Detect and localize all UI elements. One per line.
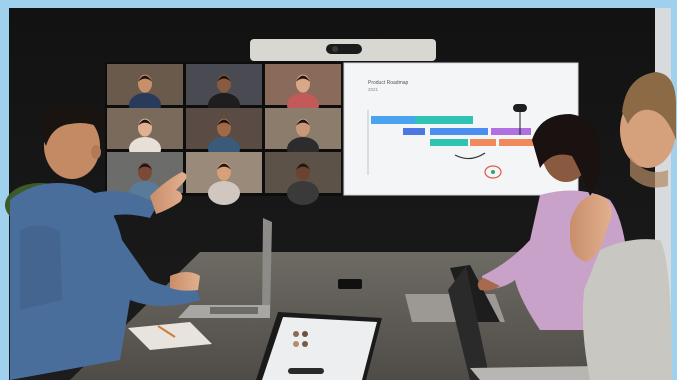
sketch-dot [491,170,495,174]
ceiling-camera-bar [250,39,436,61]
phone [338,279,362,289]
roadmap-bar [403,128,425,135]
scene-illustration: Product Roadmap 2021 [0,0,677,380]
video-grid-display [105,62,342,205]
whiteboard-title: Product Roadmap [368,80,409,86]
roadmap-bar [371,116,415,124]
roadmap-bar [415,116,473,124]
pen-cursor-icon [513,104,527,112]
roadmap-bar [470,139,496,146]
roadmap-bar [499,139,535,146]
whiteboard-subtitle: 2021 [368,87,379,92]
roadmap-bar [491,128,531,135]
tablet [256,312,382,380]
roadmap-bar [430,139,468,146]
photo-conference-room: Product Roadmap 2021 [0,0,677,380]
roadmap-bar [430,128,488,135]
